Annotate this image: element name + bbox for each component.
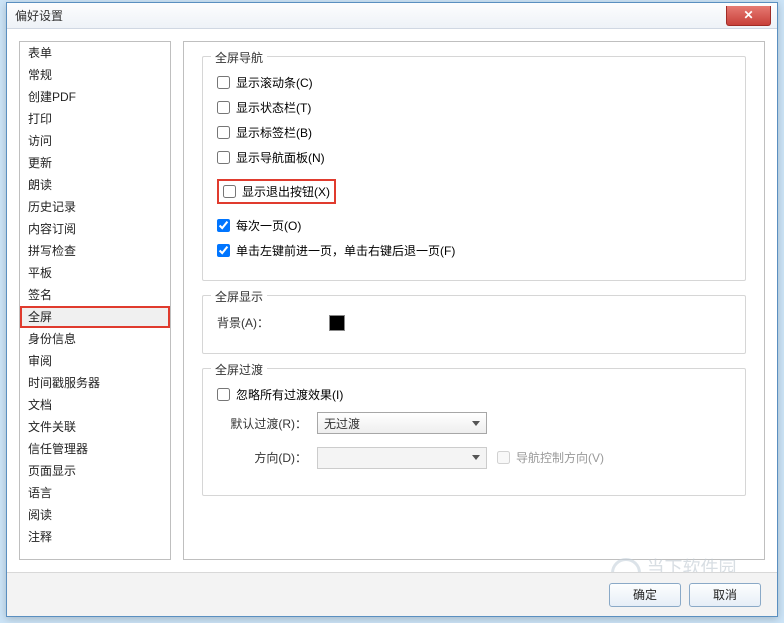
category-list: 表单常规创建PDF打印访问更新朗读历史记录内容订阅拼写检查平板签名全屏身份信息审… <box>20 42 170 548</box>
checkbox-nav-1[interactable] <box>217 101 230 114</box>
sidebar-item-5[interactable]: 更新 <box>20 152 170 174</box>
sidebar-item-10[interactable]: 平板 <box>20 262 170 284</box>
sidebar-item-2[interactable]: 创建PDF <box>20 86 170 108</box>
check-nav-0[interactable]: 显示滚动条(C) <box>217 73 731 92</box>
close-button[interactable]: ✕ <box>726 6 771 26</box>
group-fullscreen-nav: 全屏导航 显示滚动条(C)显示状态栏(T)显示标签栏(B)显示导航面板(N)显示… <box>202 56 746 281</box>
sidebar-item-0[interactable]: 表单 <box>20 42 170 64</box>
sidebar-item-14[interactable]: 审阅 <box>20 350 170 372</box>
checkbox-nav-3[interactable] <box>217 151 230 164</box>
category-sidebar: 表单常规创建PDF打印访问更新朗读历史记录内容订阅拼写检查平板签名全屏身份信息审… <box>19 41 171 560</box>
check-nav-1[interactable]: 显示状态栏(T) <box>217 98 731 117</box>
group-title-nav: 全屏导航 <box>211 49 267 66</box>
default-transition-value: 无过渡 <box>324 415 360 432</box>
label-nav-3: 显示导航面板(N) <box>236 149 325 166</box>
titlebar: 偏好设置 ✕ <box>7 3 777 29</box>
settings-panel: 全屏导航 显示滚动条(C) 显示状态栏(T) 显示标签栏(B) 显示导航面板(N) 显示… <box>183 41 765 560</box>
label-nav-2: 显示标签栏(B) <box>236 124 312 141</box>
checkbox-nav-5[interactable] <box>217 219 230 232</box>
window-title: 偏好设置 <box>15 7 63 24</box>
check-nav-6[interactable]: 单击左键前进一页，单击右键后退一页(F) <box>217 241 731 260</box>
group-fullscreen-display: 全屏显示 背景(A)： <box>202 295 746 354</box>
label-nav-4: 显示退出按钮(X) <box>242 183 330 200</box>
sidebar-item-18[interactable]: 信任管理器 <box>20 438 170 460</box>
direction-label: 方向(D)： <box>217 449 307 466</box>
sidebar-item-8[interactable]: 内容订阅 <box>20 218 170 240</box>
checkbox-nav-6[interactable] <box>217 244 230 257</box>
sidebar-item-22[interactable]: 注释 <box>20 526 170 548</box>
sidebar-item-11[interactable]: 签名 <box>20 284 170 306</box>
cancel-button[interactable]: 取消 <box>689 583 761 607</box>
default-transition-combo[interactable]: 无过渡 <box>317 412 487 434</box>
background-color-swatch[interactable] <box>329 315 345 331</box>
check-nav-control-direction: 导航控制方向(V) <box>497 448 604 467</box>
dialog-footer: 确定 取消 <box>7 572 777 616</box>
group-fullscreen-transition: 全屏过渡 忽略所有过渡效果(I) 默认过渡(R)： 无过渡 方向(D)： <box>202 368 746 496</box>
sidebar-item-13[interactable]: 身份信息 <box>20 328 170 350</box>
sidebar-item-21[interactable]: 阅读 <box>20 504 170 526</box>
sidebar-item-12[interactable]: 全屏 <box>20 306 170 328</box>
sidebar-item-20[interactable]: 语言 <box>20 482 170 504</box>
label-nav-5: 每次一页(O) <box>236 217 301 234</box>
content-area: 表单常规创建PDF打印访问更新朗读历史记录内容订阅拼写检查平板签名全屏身份信息审… <box>7 29 777 572</box>
check-ignore-transitions[interactable]: 忽略所有过渡效果(I) <box>217 385 731 404</box>
ok-button[interactable]: 确定 <box>609 583 681 607</box>
direction-combo <box>317 447 487 469</box>
group-title-display: 全屏显示 <box>211 288 267 305</box>
checkbox-nav-4[interactable] <box>223 185 236 198</box>
sidebar-item-17[interactable]: 文件关联 <box>20 416 170 438</box>
check-nav-3[interactable]: 显示导航面板(N) <box>217 148 731 167</box>
label-ignore-transitions: 忽略所有过渡效果(I) <box>236 386 343 403</box>
checkbox-nav-0[interactable] <box>217 76 230 89</box>
preferences-window: 偏好设置 ✕ 表单常规创建PDF打印访问更新朗读历史记录内容订阅拼写检查平板签名… <box>6 2 778 617</box>
label-nav-0: 显示滚动条(C) <box>236 74 313 91</box>
sidebar-item-16[interactable]: 文档 <box>20 394 170 416</box>
chevron-down-icon <box>472 455 480 460</box>
sidebar-item-15[interactable]: 时间戳服务器 <box>20 372 170 394</box>
close-icon: ✕ <box>743 8 753 22</box>
sidebar-item-6[interactable]: 朗读 <box>20 174 170 196</box>
sidebar-item-7[interactable]: 历史记录 <box>20 196 170 218</box>
check-nav-5[interactable]: 每次一页(O) <box>217 216 731 235</box>
sidebar-item-4[interactable]: 访问 <box>20 130 170 152</box>
background-label: 背景(A)： <box>217 314 269 331</box>
checkbox-nav-control-direction <box>497 451 510 464</box>
default-transition-label: 默认过渡(R)： <box>217 415 307 432</box>
label-nav-1: 显示状态栏(T) <box>236 99 311 116</box>
check-nav-2[interactable]: 显示标签栏(B) <box>217 123 731 142</box>
group-title-transition: 全屏过渡 <box>211 361 267 378</box>
sidebar-item-3[interactable]: 打印 <box>20 108 170 130</box>
sidebar-item-9[interactable]: 拼写检查 <box>20 240 170 262</box>
sidebar-item-19[interactable]: 页面显示 <box>20 460 170 482</box>
label-nav-control-direction: 导航控制方向(V) <box>516 449 604 466</box>
checkbox-nav-2[interactable] <box>217 126 230 139</box>
chevron-down-icon <box>472 421 480 426</box>
checkbox-ignore-transitions[interactable] <box>217 388 230 401</box>
check-nav-4[interactable]: 显示退出按钮(X) <box>217 179 336 204</box>
sidebar-item-1[interactable]: 常规 <box>20 64 170 86</box>
label-nav-6: 单击左键前进一页，单击右键后退一页(F) <box>236 242 455 259</box>
